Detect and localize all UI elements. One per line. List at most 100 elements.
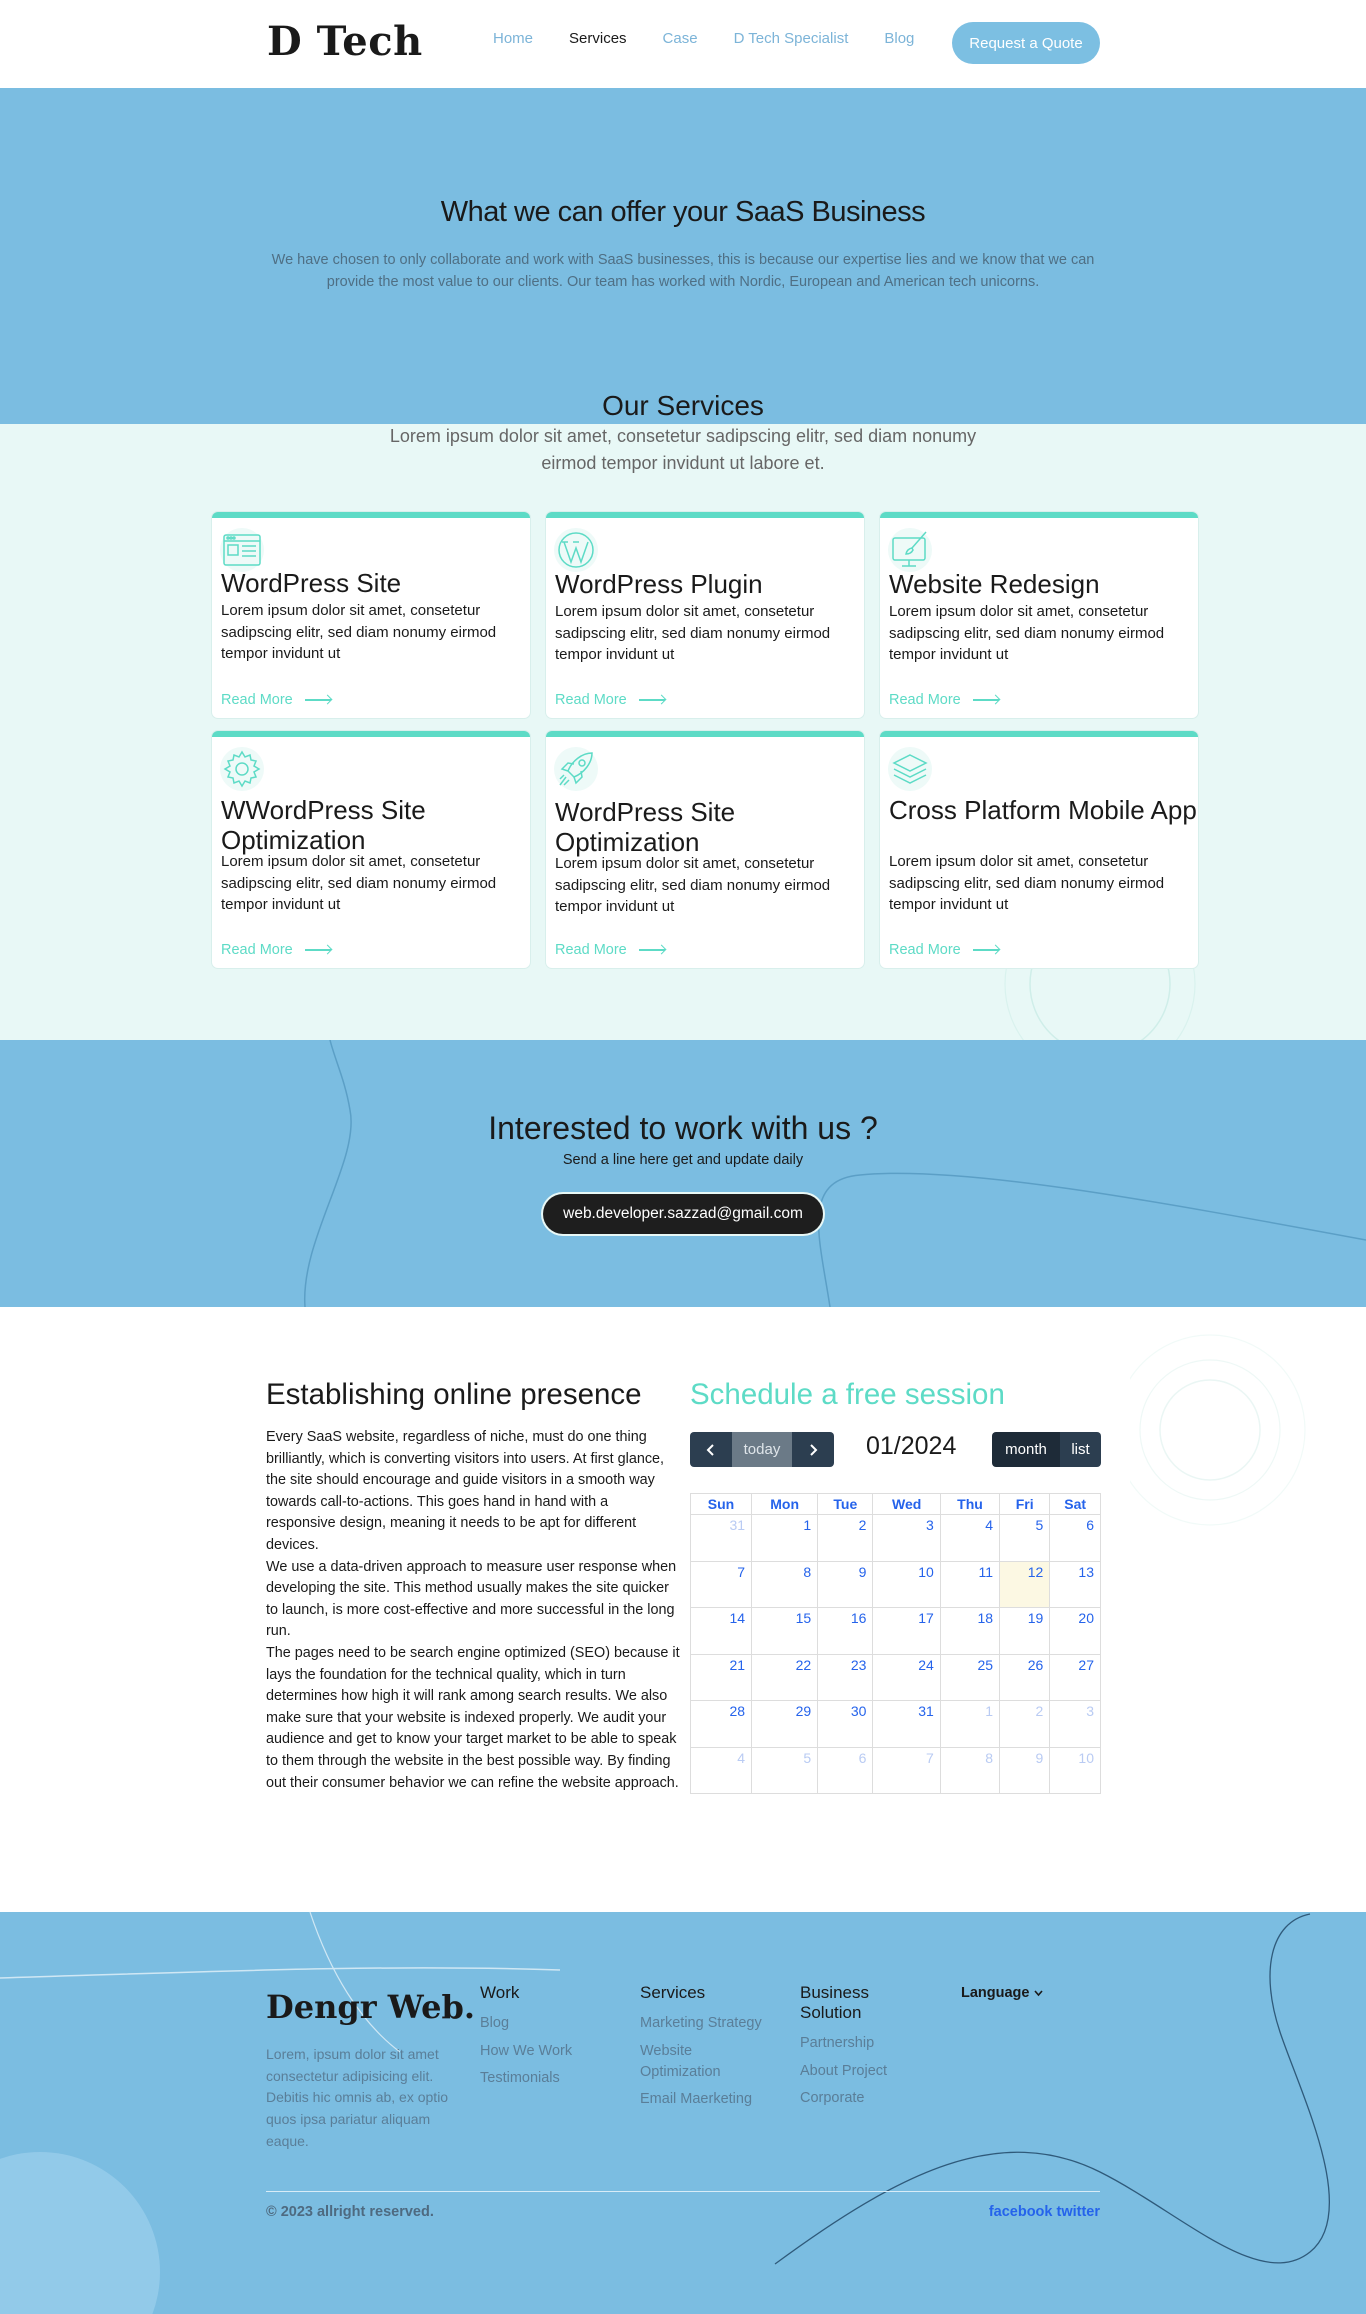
calendar-day[interactable]: 16 [817,1607,874,1655]
nav-blog[interactable]: Blog [884,30,914,47]
calendar-day[interactable]: 8 [939,1746,1001,1794]
calendar-day[interactable]: 15 [751,1607,819,1655]
calendar-grid: Sun Mon Tue Wed Thu Fri Sat 31 1 2 3 4 5 6 7 8 9 10 11 12 1… [689,1493,1101,1794]
calendar-day[interactable]: 29 [751,1700,819,1748]
read-more-label: Read More [555,692,627,708]
today-button[interactable]: today [732,1432,792,1467]
card-title: Website Redesign [889,569,1100,599]
calendar-week-row: 7 8 9 10 11 12 13 [689,1560,1101,1608]
footer-link[interactable]: How We Work [480,2041,572,2062]
calendar-day-today[interactable]: 12 [999,1560,1051,1608]
calendar-day[interactable]: 9 [999,1746,1051,1794]
calendar-day[interactable]: 7 [872,1746,941,1794]
calendar-day-header: Mon [751,1493,819,1515]
calendar-week-row: 21 22 23 24 25 26 27 [689,1653,1101,1701]
calendar-week-row: 14 15 16 17 18 19 20 [689,1607,1101,1655]
calendar-day[interactable]: 6 [817,1746,874,1794]
list-view-button[interactable]: list [1060,1432,1101,1467]
nav-home[interactable]: Home [493,30,533,47]
calendar-day[interactable]: 18 [939,1607,1001,1655]
calendar-day[interactable]: 13 [1049,1560,1101,1608]
calendar-day[interactable]: 21 [689,1653,753,1701]
calendar-week-row: 28 29 30 31 1 2 3 [689,1700,1101,1748]
footer-link[interactable]: Website Optimization [640,2041,740,2083]
read-more-link[interactable]: Read More [555,942,665,958]
calendar-day[interactable]: 9 [817,1560,874,1608]
presence-paragraph: We use a data-driven approach to measure… [266,1558,677,1640]
card-text: Lorem ipsum dolor sit amet, consetetur s… [221,853,497,913]
calendar-day[interactable]: 10 [1049,1746,1101,1794]
calendar-week-row: 31 1 2 3 4 5 6 [689,1514,1101,1562]
calendar-day[interactable]: 26 [999,1653,1051,1701]
nav-case[interactable]: Case [663,30,698,47]
calendar-day-header: Wed [872,1493,941,1515]
nav-services[interactable]: Services [569,30,627,47]
calendar-day-header: Thu [939,1493,1001,1515]
calendar-day[interactable]: 2 [999,1700,1051,1748]
read-more-label: Read More [889,942,961,958]
request-quote-button[interactable]: Request a Quote [952,22,1100,64]
calendar-day[interactable]: 31 [689,1514,753,1562]
calendar-day[interactable]: 24 [872,1653,941,1701]
calendar-day[interactable]: 8 [751,1560,819,1608]
footer-column-title: Services [640,1983,706,2002]
calendar-day[interactable]: 30 [817,1700,874,1748]
calendar-day[interactable]: 28 [689,1700,753,1748]
calendar-day[interactable]: 3 [872,1514,941,1562]
calendar-day[interactable]: 19 [999,1607,1051,1655]
read-more-link[interactable]: Read More [221,942,331,958]
calendar-day[interactable]: 4 [939,1514,1001,1562]
calendar-day[interactable]: 2 [817,1514,874,1562]
read-more-link[interactable]: Read More [221,692,331,708]
calendar-day[interactable]: 22 [751,1653,819,1701]
cta-subtitle: Send a line here get and update daily [562,1152,804,1168]
calendar-day[interactable]: 25 [939,1653,1001,1701]
footer-link[interactable]: Corporate [800,2088,910,2109]
footer-link[interactable]: Partnership [800,2033,910,2054]
calendar-day[interactable]: 5 [999,1514,1051,1562]
chevron-left-icon[interactable] [690,1432,732,1467]
footer-link[interactable]: Email Maerketing [640,2089,780,2110]
hero-section: What we can offer your SaaS Business We … [0,88,1366,529]
calendar-day[interactable]: 5 [751,1746,819,1794]
site-logo[interactable]: D Tech [267,18,423,65]
read-more-link[interactable]: Read More [889,692,999,708]
calendar-day[interactable]: 20 [1049,1607,1101,1655]
footer-link[interactable]: Blog [480,2013,572,2034]
calendar-day[interactable]: 31 [872,1700,941,1748]
calendar-day[interactable]: 23 [817,1653,874,1701]
read-more-link[interactable]: Read More [889,942,999,958]
calendar-day[interactable]: 27 [1049,1653,1101,1701]
service-card: WordPress Site Optimization Lorem ipsum … [546,731,864,968]
nav-specialist[interactable]: D Tech Specialist [734,30,849,47]
calendar-day[interactable]: 6 [1049,1514,1101,1562]
social-links[interactable]: facebook twitter [989,2204,1100,2220]
arrow-right-icon [304,949,331,951]
language-dropdown[interactable]: Language [961,1985,1043,2001]
email-button[interactable]: web.developer.sazzad@gmail.com [543,1194,823,1234]
calendar-day[interactable]: 7 [689,1560,753,1608]
footer-logo[interactable]: Dengr Web. [266,1988,475,2026]
read-more-link[interactable]: Read More [555,692,665,708]
service-card: Website Redesign Lorem ipsum dolor sit a… [880,512,1198,718]
calendar-day[interactable]: 10 [872,1560,941,1608]
calendar-day[interactable]: 1 [751,1514,819,1562]
cta-title: Interested to work with us ? [488,1110,878,1146]
calendar-day[interactable]: 11 [939,1560,1001,1608]
decorative-circles [1130,1334,1306,1526]
rocket-icon [554,747,598,791]
chevron-right-icon[interactable] [792,1432,834,1467]
calendar-day[interactable]: 14 [689,1607,753,1655]
wordpress-logo-icon [554,528,598,572]
calendar-toolbar: today 01/2024 month list [690,1432,1101,1468]
calendar-day[interactable]: 1 [939,1700,1001,1748]
footer-link[interactable]: Marketing Strategy [640,2013,780,2034]
footer-link[interactable]: About Project [800,2061,910,2082]
footer-divider [266,2191,1100,2192]
calendar-day[interactable]: 17 [872,1607,941,1655]
footer-link[interactable]: Testimonials [480,2068,572,2089]
calendar-day[interactable]: 4 [689,1746,753,1794]
calendar-day[interactable]: 3 [1049,1700,1101,1748]
service-card: Cross Platform Mobile App Lorem ipsum do… [880,731,1198,968]
month-view-button[interactable]: month [992,1432,1060,1467]
